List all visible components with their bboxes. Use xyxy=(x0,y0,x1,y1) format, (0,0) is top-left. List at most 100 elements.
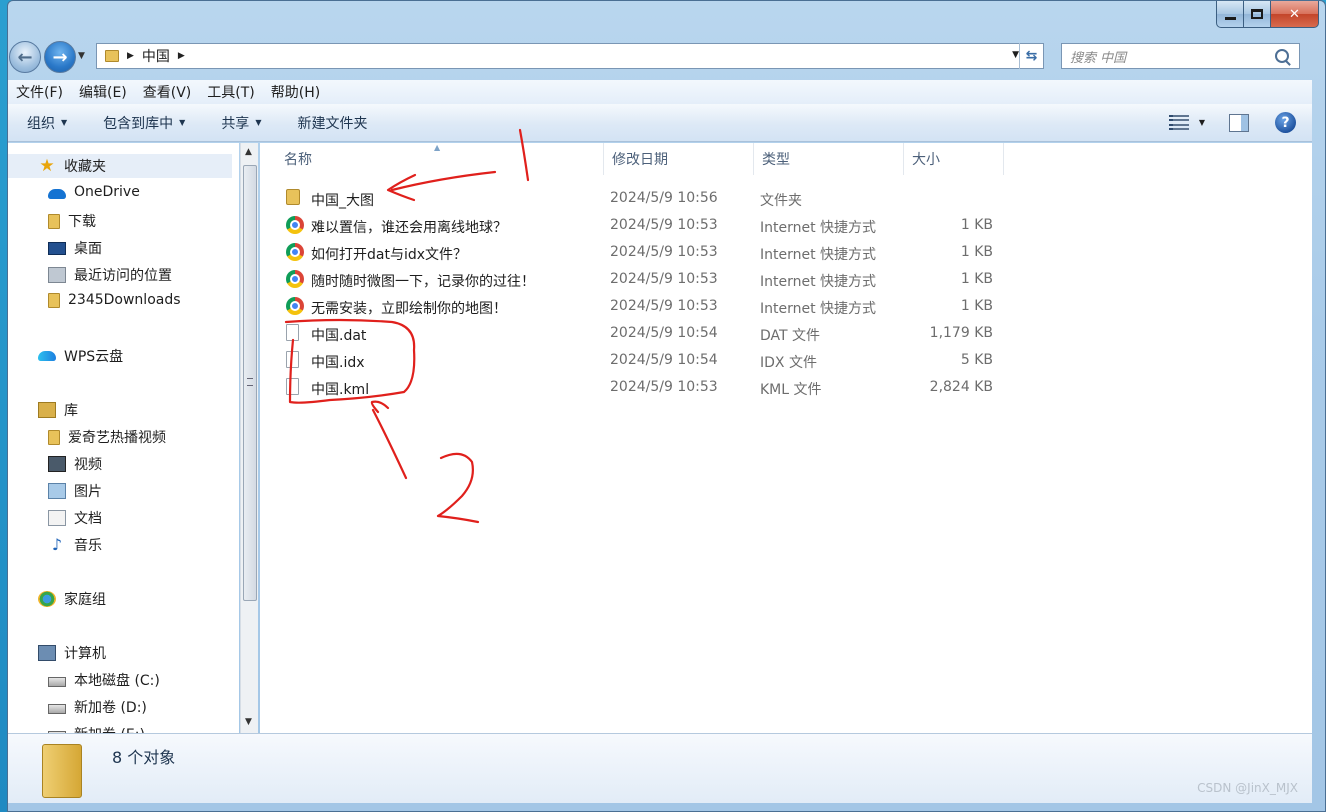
share-button[interactable]: 共享 ▼ xyxy=(221,113,261,133)
file-type: IDX 文件 xyxy=(760,355,817,371)
search-box[interactable]: 搜索 中国 xyxy=(1061,43,1300,69)
file-row[interactable]: 无需安装，立即绘制你的地图！ 2024/5/9 10:53 Internet 快… xyxy=(280,293,1270,320)
menu-view[interactable]: 查看(V) xyxy=(143,82,192,102)
minimize-button[interactable] xyxy=(1216,1,1244,28)
sidebar-item-desktop[interactable]: 桌面 xyxy=(48,238,102,258)
preview-pane-icon[interactable] xyxy=(1229,113,1249,132)
chrome-icon xyxy=(286,243,304,261)
sidebar-item-iqiyi-videos[interactable]: 爱奇艺热播视频 xyxy=(48,427,166,447)
sidebar-item-label: 库 xyxy=(64,403,78,419)
address-bar[interactable]: ▶ 中国 ▶ ▼ ⇆ xyxy=(96,43,1044,69)
sidebar-item-drive-e[interactable]: 新加卷 (E:) xyxy=(48,724,145,733)
sidebar-item-computer[interactable]: 计算机 xyxy=(38,643,106,663)
file-row[interactable]: 中国_大图 2024/5/9 10:56 文件夹 xyxy=(280,185,1270,212)
file-list: 名称 ▲ 修改日期 类型 大小 中国_大图 2024/5/9 10:56 文件夹… xyxy=(260,143,1312,733)
scroll-up-icon[interactable]: ▲ xyxy=(245,147,252,157)
file-type: Internet 快捷方式 xyxy=(760,247,877,263)
scroll-down-icon[interactable]: ▼ xyxy=(245,717,252,727)
forward-button[interactable]: → xyxy=(44,41,76,73)
file-date: 2024/5/9 10:53 xyxy=(610,244,718,260)
column-header-type[interactable]: 类型 xyxy=(754,143,904,175)
address-dropdown-icon[interactable]: ▼ xyxy=(1012,50,1019,60)
close-button[interactable]: ✕ xyxy=(1271,1,1319,28)
file-name: 中国.kml xyxy=(311,382,370,398)
menu-file[interactable]: 文件(F) xyxy=(16,82,63,102)
pictures-library-icon xyxy=(48,483,66,499)
sidebar-item-drive-d[interactable]: 新加卷 (D:) xyxy=(48,697,147,717)
change-view-icon[interactable] xyxy=(1168,114,1189,131)
documents-library-icon xyxy=(48,510,66,526)
sidebar-item-label: 下载 xyxy=(68,214,96,230)
menu-help[interactable]: 帮助(H) xyxy=(271,82,320,102)
caption-buttons: ✕ xyxy=(1216,1,1319,28)
chrome-icon xyxy=(286,270,304,288)
menu-tools[interactable]: 工具(T) xyxy=(207,82,254,102)
sidebar-item-label: 家庭组 xyxy=(64,592,106,608)
breadcrumb-separator-icon[interactable]: ▶ xyxy=(178,51,185,61)
chevron-down-icon: ▼ xyxy=(61,118,68,127)
file-row[interactable]: 难以置信，谁还会用离线地球？ 2024/5/9 10:53 Internet 快… xyxy=(280,212,1270,239)
file-date: 2024/5/9 10:54 xyxy=(610,352,718,368)
view-options-dropdown-icon[interactable]: ▼ xyxy=(1199,118,1205,127)
scrollbar-thumb[interactable] xyxy=(243,165,257,601)
organize-button[interactable]: 组织 ▼ xyxy=(27,113,67,133)
sidebar-item-recent-places[interactable]: 最近访问的位置 xyxy=(48,265,172,285)
file-name: 中国_大图 xyxy=(311,193,374,209)
sidebar-item-music[interactable]: ♪ 音乐 xyxy=(48,535,102,555)
maximize-button[interactable] xyxy=(1244,1,1271,28)
sidebar-item-2345downloads[interactable]: 2345Downloads xyxy=(48,292,181,308)
column-header-size[interactable]: 大小 xyxy=(904,143,1004,175)
file-row[interactable]: 中国.kml 2024/5/9 10:53 KML 文件 2,824 KB xyxy=(280,374,1270,401)
share-label: 共享 xyxy=(221,115,250,132)
menu-edit[interactable]: 编辑(E) xyxy=(79,82,127,102)
back-button[interactable]: ← xyxy=(9,41,41,73)
refresh-button[interactable]: ⇆ xyxy=(1019,43,1043,69)
sidebar-item-onedrive[interactable]: OneDrive xyxy=(48,184,140,200)
file-date: 2024/5/9 10:54 xyxy=(610,325,718,341)
file-type: 文件夹 xyxy=(760,193,802,209)
sidebar-item-pictures[interactable]: 图片 xyxy=(48,481,102,501)
sidebar-item-favorites[interactable]: ★ 收藏夹 xyxy=(8,154,232,178)
breadcrumb-separator-icon[interactable]: ▶ xyxy=(127,51,134,61)
sidebar-item-label: 2345Downloads xyxy=(68,292,181,308)
search-input[interactable]: 搜索 中国 xyxy=(1070,47,1275,66)
breadcrumb-item[interactable]: 中国 xyxy=(142,46,170,66)
column-header-date[interactable]: 修改日期 xyxy=(604,143,754,175)
recent-pages-dropdown-icon[interactable]: ▼ xyxy=(78,51,85,61)
include-in-library-button[interactable]: 包含到库中 ▼ xyxy=(103,113,185,133)
sidebar-item-wps-cloud[interactable]: WPS云盘 xyxy=(38,346,123,366)
chevron-down-icon: ▼ xyxy=(255,118,262,127)
onedrive-cloud-icon xyxy=(48,188,66,199)
chrome-icon xyxy=(286,216,304,234)
sidebar-item-videos[interactable]: 视频 xyxy=(48,454,102,474)
file-row[interactable]: 中国.idx 2024/5/9 10:54 IDX 文件 5 KB xyxy=(280,347,1270,374)
wps-cloud-icon xyxy=(38,351,56,361)
sidebar-item-label: 桌面 xyxy=(74,241,102,257)
file-type: DAT 文件 xyxy=(760,328,821,344)
file-name: 无需安装，立即绘制你的地图！ xyxy=(311,301,507,317)
sidebar-item-documents[interactable]: 文档 xyxy=(48,508,102,528)
folder-icon xyxy=(48,292,60,308)
file-row[interactable]: 如何打开dat与idx文件？ 2024/5/9 10:53 Internet 快… xyxy=(280,239,1270,266)
sidebar-item-homegroup[interactable]: 家庭组 xyxy=(38,589,106,609)
sidebar-item-label: 收藏夹 xyxy=(64,159,106,175)
forward-arrow-icon: → xyxy=(52,46,68,68)
sidebar-item-label: 新加卷 (D:) xyxy=(74,700,147,716)
file-type: Internet 快捷方式 xyxy=(760,274,877,290)
sidebar-item-drive-c[interactable]: 本地磁盘 (C:) xyxy=(48,670,160,690)
watermark: CSDN @JinX_MJX xyxy=(1197,781,1298,795)
sidebar-item-downloads[interactable]: 下载 xyxy=(48,211,96,231)
search-icon[interactable] xyxy=(1275,49,1289,63)
navigation-scrollbar[interactable]: ▲ ▼ xyxy=(240,143,258,733)
file-size: 1 KB xyxy=(960,217,993,233)
file-row[interactable]: 随时随时微图一下，记录你的过往！ 2024/5/9 10:53 Internet… xyxy=(280,266,1270,293)
folder-icon xyxy=(48,429,60,445)
file-row[interactable]: 中国.dat 2024/5/9 10:54 DAT 文件 1,179 KB xyxy=(280,320,1270,347)
folder-icon xyxy=(48,213,60,229)
drive-icon xyxy=(48,676,66,687)
new-folder-button[interactable]: 新建文件夹 xyxy=(297,113,367,133)
help-icon[interactable]: ? xyxy=(1275,112,1296,133)
sidebar-item-libraries[interactable]: 库 xyxy=(38,400,78,420)
file-name: 随时随时微图一下，记录你的过往！ xyxy=(311,274,535,290)
sidebar-item-label: 最近访问的位置 xyxy=(74,268,172,284)
